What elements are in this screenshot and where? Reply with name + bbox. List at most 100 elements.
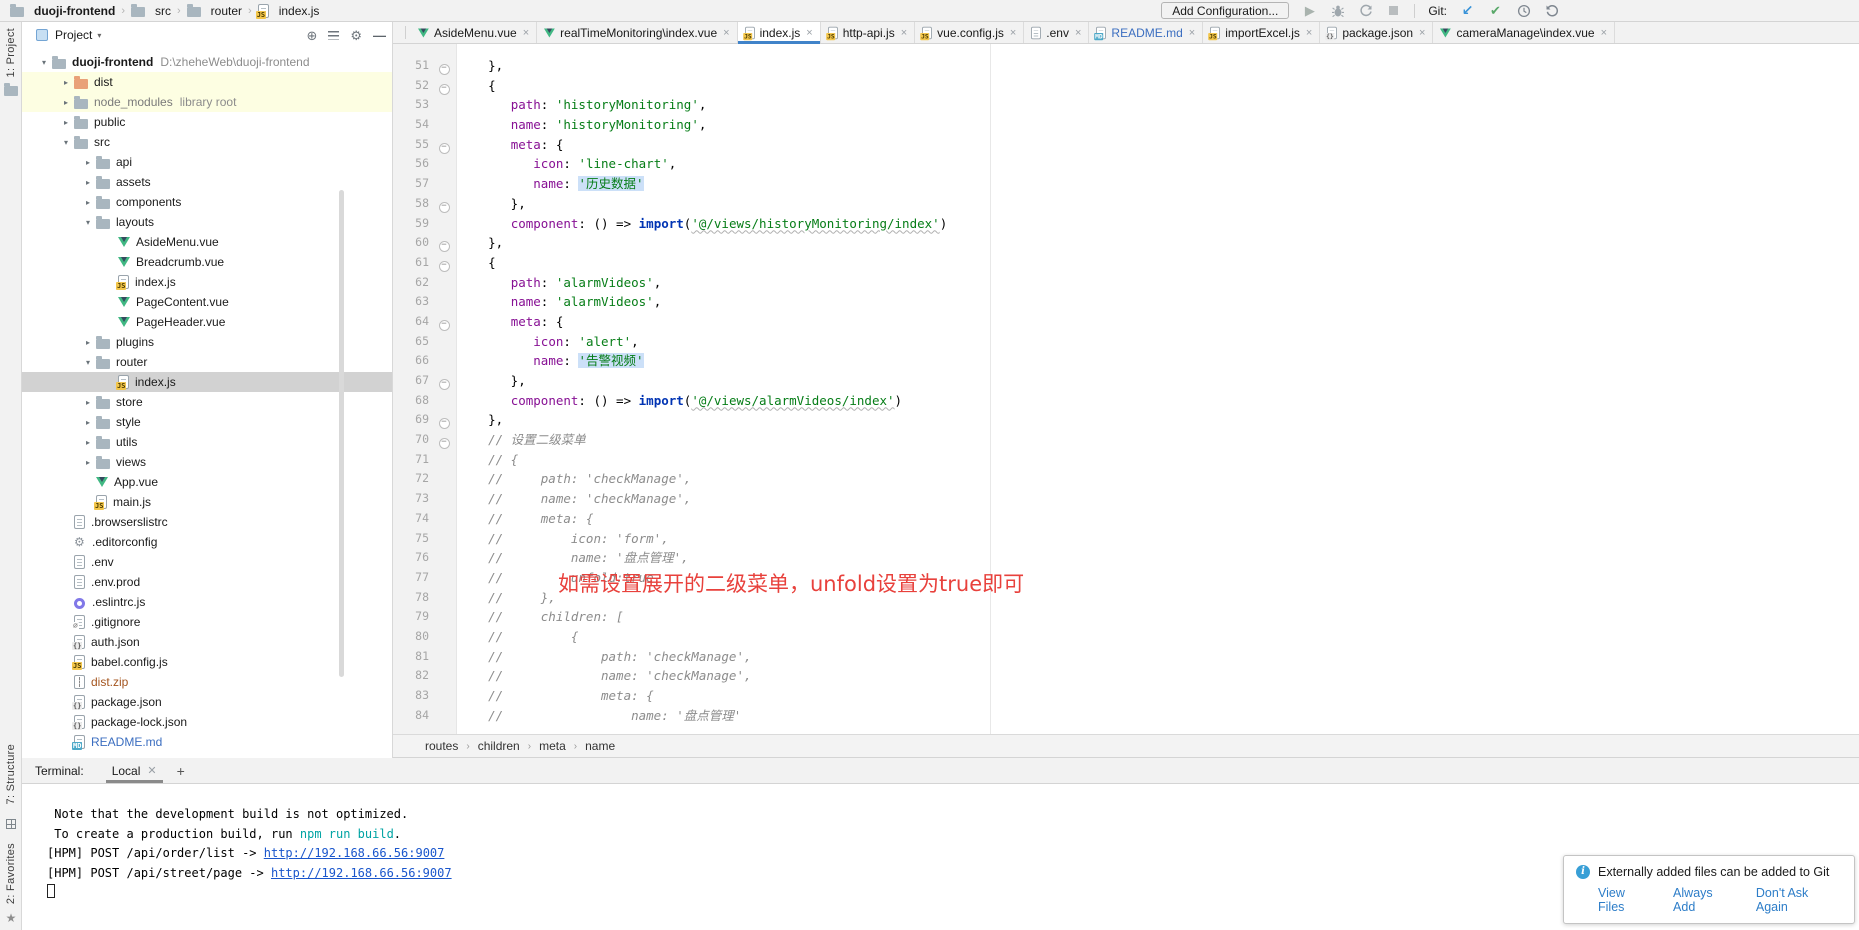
tree-item-pagecontent-vue[interactable]: PageContent.vue	[22, 292, 392, 312]
tab-package-json[interactable]: package.json×	[1320, 22, 1433, 43]
tab-realtimemonitoring-index-vue[interactable]: realTimeMonitoring\index.vue×	[537, 22, 737, 43]
tree-item-node-modules[interactable]: ▸node_moduleslibrary root	[22, 92, 392, 112]
chevron-right-icon[interactable]: ▸	[58, 118, 74, 127]
tree-item-auth-json[interactable]: auth.json	[22, 632, 392, 652]
fold-marker-icon[interactable]	[435, 410, 453, 430]
stop-icon[interactable]	[1386, 3, 1401, 18]
close-icon[interactable]: ×	[1189, 27, 1195, 39]
chevron-right-icon[interactable]: ▸	[80, 398, 96, 407]
tool-window-button-project[interactable]: 1: Project	[5, 28, 17, 77]
chevron-right-icon[interactable]: ▸	[80, 418, 96, 427]
tree-item-eslintrc-js[interactable]: .eslintrc.js	[22, 592, 392, 612]
tree-item-index-js[interactable]: index.js	[22, 272, 392, 292]
fold-marker-icon[interactable]	[435, 194, 453, 214]
tree-item-app-vue[interactable]: App.vue	[22, 472, 392, 492]
fold-marker-icon[interactable]	[435, 76, 453, 96]
editor-breadcrumb-item-children[interactable]: children	[478, 739, 520, 753]
run-with-coverage-icon[interactable]	[1358, 3, 1373, 18]
tree-item-views[interactable]: ▸views	[22, 452, 392, 472]
tree-item-env-prod[interactable]: .env.prod	[22, 572, 392, 592]
tree-item-store[interactable]: ▸store	[22, 392, 392, 412]
tab-readme-md[interactable]: README.md×	[1089, 22, 1203, 43]
close-icon[interactable]: ×	[1306, 27, 1312, 39]
chevron-right-icon[interactable]: ▸	[80, 438, 96, 447]
terminal-link[interactable]: http://192.168.66.56:9007	[264, 846, 445, 860]
tab-http-api-js[interactable]: http-api.js×	[821, 22, 915, 43]
history-icon[interactable]	[1516, 3, 1531, 18]
tree-item-style[interactable]: ▸style	[22, 412, 392, 432]
chevron-down-icon[interactable]: ▾	[58, 138, 74, 147]
tree-item-browserslistrc[interactable]: .browserslistrc	[22, 512, 392, 532]
chevron-down-icon[interactable]: ▾	[80, 358, 96, 367]
tree-item-dist[interactable]: ▸dist	[22, 72, 392, 92]
notification-action-don-t-ask-again[interactable]: Don't Ask Again	[1756, 886, 1842, 914]
editor-breadcrumb-item-name[interactable]: name	[585, 739, 615, 753]
tab-env[interactable]: .env×	[1024, 22, 1089, 43]
close-icon[interactable]: ×	[723, 27, 729, 39]
chevron-right-icon[interactable]: ▸	[58, 78, 74, 87]
tab-asidemenu-vue[interactable]: AsideMenu.vue×	[411, 22, 537, 43]
tree-item-pageheader-vue[interactable]: PageHeader.vue	[22, 312, 392, 332]
new-terminal-tab-button[interactable]: +	[177, 763, 185, 779]
chevron-right-icon[interactable]: ▸	[80, 198, 96, 207]
hide-panel-icon[interactable]: —	[373, 29, 386, 42]
fold-marker-icon[interactable]	[435, 253, 453, 273]
tree-item-breadcrumb-vue[interactable]: Breadcrumb.vue	[22, 252, 392, 272]
rollback-icon[interactable]	[1544, 3, 1559, 18]
notification-action-view-files[interactable]: View Files	[1598, 886, 1654, 914]
close-icon[interactable]: ×	[523, 27, 529, 39]
fold-marker-icon[interactable]	[435, 430, 453, 450]
chevron-right-icon[interactable]: ▸	[80, 158, 96, 167]
git-update-icon[interactable]: ↙	[1460, 3, 1475, 18]
code-area[interactable]: 51 },52 {53 path: 'historyMonitoring',54…	[393, 56, 1859, 725]
tree-item-package-lock-json[interactable]: package-lock.json	[22, 712, 392, 732]
tree-item-index-js[interactable]: index.js	[22, 372, 392, 392]
tree-item-env[interactable]: .env	[22, 552, 392, 572]
tree-item-public[interactable]: ▸public	[22, 112, 392, 132]
chevron-right-icon[interactable]: ▸	[80, 338, 96, 347]
close-icon[interactable]: ×	[901, 27, 907, 39]
fold-marker-icon[interactable]	[435, 233, 453, 253]
git-commit-icon[interactable]: ✔	[1488, 3, 1503, 18]
tree-item-router[interactable]: ▾router	[22, 352, 392, 372]
editor-breadcrumb-item-routes[interactable]: routes	[425, 739, 458, 753]
fold-marker-icon[interactable]	[435, 371, 453, 391]
fold-marker-icon[interactable]	[435, 56, 453, 76]
notification-action-always-add[interactable]: Always Add	[1673, 886, 1737, 914]
tree-item-asidemenu-vue[interactable]: AsideMenu.vue	[22, 232, 392, 252]
tree-item-components[interactable]: ▸components	[22, 192, 392, 212]
tree-item-src[interactable]: ▾src	[22, 132, 392, 152]
tool-window-button-structure[interactable]: 7: Structure	[5, 744, 17, 804]
tree-item-babel-config-js[interactable]: babel.config.js	[22, 652, 392, 672]
close-icon[interactable]: ×	[806, 27, 812, 39]
tab-importexcel-js[interactable]: importExcel.js×	[1203, 22, 1320, 43]
breadcrumb-item-duoji-frontend[interactable]: duoji-frontend	[10, 4, 115, 18]
tree-item-readme-md[interactable]: README.md	[22, 732, 392, 752]
close-icon[interactable]: ×	[1010, 27, 1016, 39]
chevron-down-icon[interactable]: ▾	[80, 218, 96, 227]
tree-item-assets[interactable]: ▸assets	[22, 172, 392, 192]
tree-item-package-json[interactable]: package.json	[22, 692, 392, 712]
tree-item-editorconfig[interactable]: .editorconfig	[22, 532, 392, 552]
tab-vue-config-js[interactable]: vue.config.js×	[915, 22, 1024, 43]
add-configuration-button[interactable]: Add Configuration...	[1161, 2, 1289, 19]
close-icon[interactable]: ×	[1419, 27, 1425, 39]
close-icon[interactable]: ×	[1601, 27, 1607, 39]
breadcrumb-item-router[interactable]: router	[187, 4, 242, 18]
tree-item-main-js[interactable]: main.js	[22, 492, 392, 512]
terminal-link[interactable]: http://192.168.66.56:9007	[271, 866, 452, 880]
tree-item-plugins[interactable]: ▸plugins	[22, 332, 392, 352]
fold-marker-icon[interactable]	[435, 135, 453, 155]
fold-marker-icon[interactable]	[435, 312, 453, 332]
breadcrumb-item-src[interactable]: src	[131, 4, 171, 18]
tree-item-gitignore[interactable]: .gitignore	[22, 612, 392, 632]
settings-gear-icon[interactable]: ⚙	[350, 29, 362, 42]
tree-item-utils[interactable]: ▸utils	[22, 432, 392, 452]
view-options-icon[interactable]	[328, 31, 339, 40]
tree-item-api[interactable]: ▸api	[22, 152, 392, 172]
tab-index-js[interactable]: index.js×	[738, 22, 821, 43]
terminal-tab-local[interactable]: Local ✕	[104, 758, 165, 783]
run-icon[interactable]: ▶	[1302, 3, 1317, 18]
breadcrumb-item-index-js[interactable]: index.js	[258, 4, 320, 18]
tree-item-dist-zip[interactable]: dist.zip	[22, 672, 392, 692]
